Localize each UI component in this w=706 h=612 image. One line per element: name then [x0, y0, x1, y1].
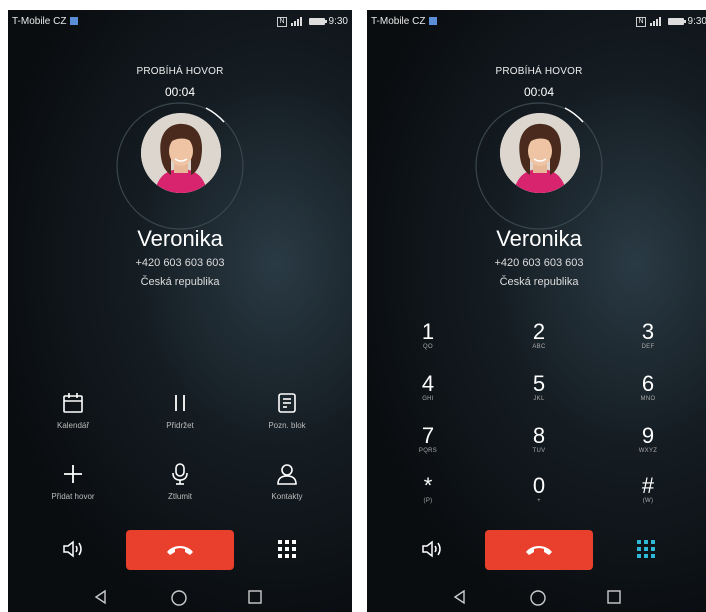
speaker-icon — [422, 540, 441, 558]
notepad-label: Pozn. blok — [268, 421, 306, 430]
mute-button[interactable]: Ztlumit — [130, 462, 230, 501]
caller-name: Veronika — [496, 226, 582, 251]
hang-up-icon — [526, 546, 552, 555]
dialpad-key-1[interactable]: 1 QO — [398, 321, 458, 351]
status-bar: T-Mobile CZ N 9:30 — [8, 10, 352, 32]
dialpad-key-hash[interactable]: # (W) — [618, 475, 678, 505]
plus-icon — [64, 465, 82, 483]
phone-dialpad-screen: T-Mobile CZ N 9:30 PROBÍHÁ HOVOR 00:04 V… — [367, 10, 706, 612]
contacts-button[interactable]: Kontakty — [237, 462, 337, 501]
speaker-button[interactable] — [421, 540, 443, 563]
keypad-icon — [278, 540, 296, 558]
home-icon[interactable] — [170, 589, 188, 607]
nfc-icon: N — [277, 16, 287, 27]
navigation-bar — [8, 585, 352, 609]
caller-name: Veronika — [137, 226, 223, 251]
contacts-label: Kontakty — [271, 492, 303, 501]
pause-icon — [175, 395, 185, 411]
dialpad-key-7[interactable]: 7 PQRS — [398, 425, 458, 455]
call-controls — [8, 527, 352, 573]
signal-icon — [290, 17, 302, 26]
dialpad-key-0[interactable]: 0 + — [509, 475, 569, 505]
add-call-label: Přidat hovor — [51, 492, 95, 501]
call-status-label: PROBÍHÁ HOVOR — [495, 66, 583, 77]
call-timer: 00:04 — [523, 85, 555, 99]
battery-icon — [308, 18, 327, 25]
keypad-toggle-button[interactable] — [277, 539, 297, 564]
status-time: 9:30 — [328, 16, 348, 27]
back-icon[interactable] — [452, 589, 468, 605]
dialpad-key-6[interactable]: 6 MNO — [618, 373, 678, 403]
navigation-bar — [367, 585, 706, 609]
speaker-icon — [63, 540, 82, 558]
back-icon[interactable] — [93, 589, 109, 605]
caller-number: +420 603 603 603 — [135, 257, 225, 269]
hold-label: Přidržet — [166, 421, 194, 430]
notification-icon — [70, 17, 79, 25]
hold-button[interactable]: Přidržet — [130, 391, 230, 430]
recent-apps-icon[interactable] — [247, 589, 263, 605]
call-controls — [367, 527, 706, 573]
dialpad-key-8[interactable]: 8 TUV — [509, 425, 569, 455]
caller-number: +420 603 603 603 — [494, 257, 584, 269]
keypad-toggle-button[interactable] — [636, 539, 656, 564]
home-icon[interactable] — [529, 589, 547, 607]
phone-in-call-screen: T-Mobile CZ N 9:30 PROBÍHÁ HOVOR 00:04 V… — [8, 10, 352, 612]
calendar-icon — [63, 393, 83, 413]
caller-avatar — [141, 113, 221, 193]
add-call-button[interactable]: Přidat hovor — [23, 462, 123, 501]
dialpad-key-2[interactable]: 2 ABC — [509, 321, 569, 351]
signal-icon — [649, 17, 661, 26]
battery-icon — [667, 18, 686, 25]
carrier-name: T-Mobile CZ — [12, 16, 79, 27]
dialpad-key-9[interactable]: 9 WXYZ — [618, 425, 678, 455]
recent-apps-icon[interactable] — [606, 589, 622, 605]
carrier-name: T-Mobile CZ — [371, 16, 438, 27]
caller-avatar — [500, 113, 580, 193]
mute-label: Ztlumit — [168, 492, 192, 501]
notepad-icon — [278, 393, 296, 413]
end-call-button[interactable] — [485, 530, 593, 570]
caller-country: Česká republika — [140, 276, 220, 288]
nfc-icon: N — [636, 16, 646, 27]
call-timer: 00:04 — [164, 85, 196, 99]
keypad-icon — [637, 540, 655, 558]
status-bar: T-Mobile CZ N 9:30 — [367, 10, 706, 32]
hang-up-icon — [167, 546, 193, 555]
person-icon — [277, 464, 297, 485]
status-time: 9:30 — [687, 16, 706, 27]
caller-country: Česká republika — [499, 276, 579, 288]
dialpad-key-4[interactable]: 4 GHI — [398, 373, 458, 403]
calendar-button[interactable]: Kalendář — [23, 391, 123, 430]
dialpad-key-star[interactable]: * (P) — [398, 475, 458, 505]
end-call-button[interactable] — [126, 530, 234, 570]
call-status-label: PROBÍHÁ HOVOR — [136, 66, 224, 77]
notification-icon — [429, 17, 438, 25]
dialpad-key-3[interactable]: 3 DEF — [618, 321, 678, 351]
speaker-button[interactable] — [62, 540, 84, 563]
dialpad-key-5[interactable]: 5 JKL — [509, 373, 569, 403]
microphone-icon — [172, 463, 188, 485]
calendar-label: Kalendář — [56, 421, 90, 430]
notepad-button[interactable]: Pozn. blok — [237, 391, 337, 430]
